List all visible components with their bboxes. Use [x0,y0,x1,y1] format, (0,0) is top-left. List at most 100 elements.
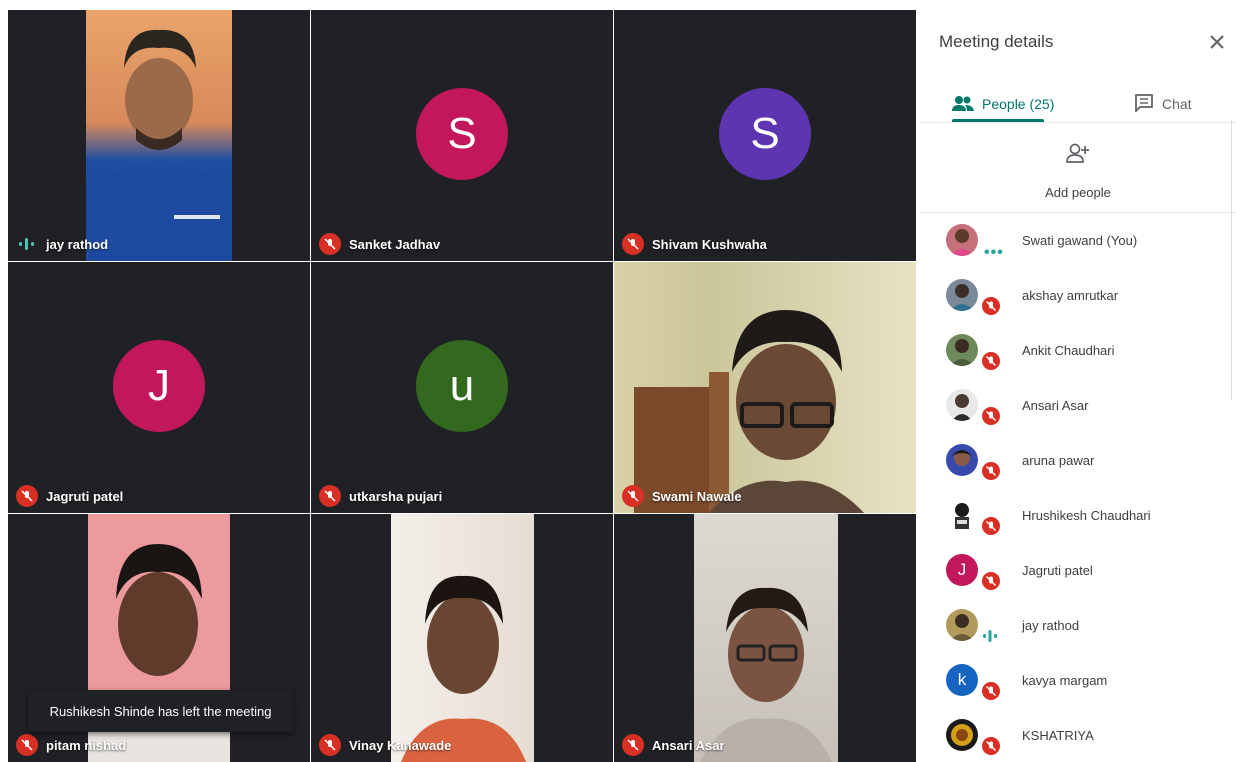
participant-nametag: Shivam Kushwaha [622,233,767,255]
participant-tile-sanket-jadhav[interactable]: S Sanket Jadhav [311,10,613,261]
mic-off-icon [622,233,644,255]
person-name: KSHATRIYA [1022,728,1094,743]
list-item[interactable]: KSHATRIYA [920,709,1236,762]
close-icon[interactable] [1206,31,1228,53]
participant-tile-jay-rathod[interactable]: jay rathod [8,10,310,261]
participant-avatar: S [416,88,508,180]
person-name: Hrushikesh Chaudhari [1022,508,1151,523]
avatar [946,389,978,421]
participant-nametag: Swami Nawale [622,485,742,507]
participant-video [694,514,838,762]
tab-chat-label: Chat [1162,96,1192,112]
list-item[interactable]: Ankit Chaudhari [920,324,1236,379]
person-silhouette [634,310,864,513]
participant-avatar: J [113,340,205,432]
avatar [946,719,978,751]
participant-tile-jagruti-patel[interactable]: J Jagruti patel [8,262,310,513]
mic-off-icon [980,680,1002,702]
person-silhouette [401,575,526,762]
participant-nametag: jay rathod [16,233,108,255]
person-name: kavya margam [1022,673,1108,688]
mic-off-icon [980,460,1002,482]
more-dots-icon: ••• [984,244,1004,261]
mic-off-icon [622,734,644,756]
participant-name: utkarsha pujari [349,488,443,504]
mic-off-icon [319,233,341,255]
participant-name: Vinay Kanawade [349,737,452,753]
participant-name: jay rathod [46,236,109,252]
mic-off-icon [319,734,341,756]
participant-name: Ansari Asar [652,737,725,753]
list-item[interactable]: Hrushikesh Chaudhari [920,489,1236,544]
speaking-indicator-icon [16,233,38,255]
list-item[interactable]: ••• Swati gawand (You) [920,214,1236,269]
avatar [946,224,978,256]
participant-nametag: utkarsha pujari [319,485,442,507]
person-name: aruna pawar [1022,453,1095,468]
avatar [946,334,978,366]
video-grid: jay rathod S Sanket Jadhav S Shivam Kush… [0,0,920,762]
avatar [946,609,978,641]
participant-video [614,262,916,513]
participant-name: pitam nishad [46,737,127,753]
participant-name: Sanket Jadhav [349,236,441,252]
people-icon [952,95,974,114]
mic-off-icon [980,350,1002,372]
list-item[interactable]: akshay amrutkar [920,269,1236,324]
mic-off-icon [980,295,1002,317]
person-name: Ansari Asar [1022,398,1089,413]
participant-tile-shivam-kushwaha[interactable]: S Shivam Kushwaha [614,10,916,261]
mic-off-icon [622,485,644,507]
list-item[interactable]: J Jagruti patel [920,544,1236,599]
mic-off-icon [16,734,38,756]
avatar: k [946,664,978,696]
list-item[interactable]: k kavya margam [920,654,1236,709]
panel-title: Meeting details [939,32,1054,51]
participant-avatar: u [416,340,508,432]
list-item[interactable]: aruna pawar [920,434,1236,489]
chat-icon [1134,93,1154,115]
participant-nametag: Vinay Kanawade [319,734,451,756]
list-item[interactable]: jay rathod [920,599,1236,654]
participant-nametag: Ansari Asar [622,734,725,756]
person-name: Jagruti patel [1022,563,1093,578]
participant-video [391,514,534,762]
person-silhouette [86,29,232,261]
notification-toast: Rushikesh Shinde has left the meeting [28,690,293,732]
mic-off-icon [980,515,1002,537]
speaking-indicator-icon [982,629,998,648]
person-name: Ankit Chaudhari [1022,343,1115,358]
divider [920,122,1236,123]
add-people-button[interactable]: Add people [920,140,1236,200]
avatar [946,499,978,531]
participant-name: Jagruti patel [46,488,124,504]
add-people-label: Add people [1045,185,1111,200]
add-person-icon [1065,140,1091,166]
mic-off-icon [980,570,1002,592]
mic-off-icon [980,405,1002,427]
tab-people[interactable]: People (25) [952,86,1054,122]
person-name: Swati gawand (You) [1022,233,1138,248]
divider [920,212,1236,213]
person-name: jay rathod [1022,618,1080,633]
mic-off-icon [319,485,341,507]
people-list: ••• Swati gawand (You) akshay amrutkar A… [920,214,1236,762]
participant-nametag: Sanket Jadhav [319,233,440,255]
participant-tile-vinay-kanawade[interactable]: Vinay Kanawade [311,514,613,762]
person-name: akshay amrutkar [1022,288,1119,303]
avatar: J [946,554,978,586]
participant-name: Swami Nawale [652,488,742,504]
mic-off-icon [16,485,38,507]
avatar [946,279,978,311]
participant-tile-ansari-asar[interactable]: Ansari Asar [614,514,916,762]
person-silhouette [700,587,832,762]
participant-nametag: pitam nishad [16,734,126,756]
tab-chat[interactable]: Chat [1134,86,1192,122]
participant-nametag: Jagruti patel [16,485,123,507]
list-item[interactable]: Ansari Asar [920,379,1236,434]
participant-tile-swami-nawale[interactable]: Swami Nawale [614,262,916,513]
mic-off-icon [980,735,1002,757]
avatar [946,444,978,476]
participant-tile-utkarsha-pujari[interactable]: u utkarsha pujari [311,262,613,513]
participant-video [86,10,232,261]
